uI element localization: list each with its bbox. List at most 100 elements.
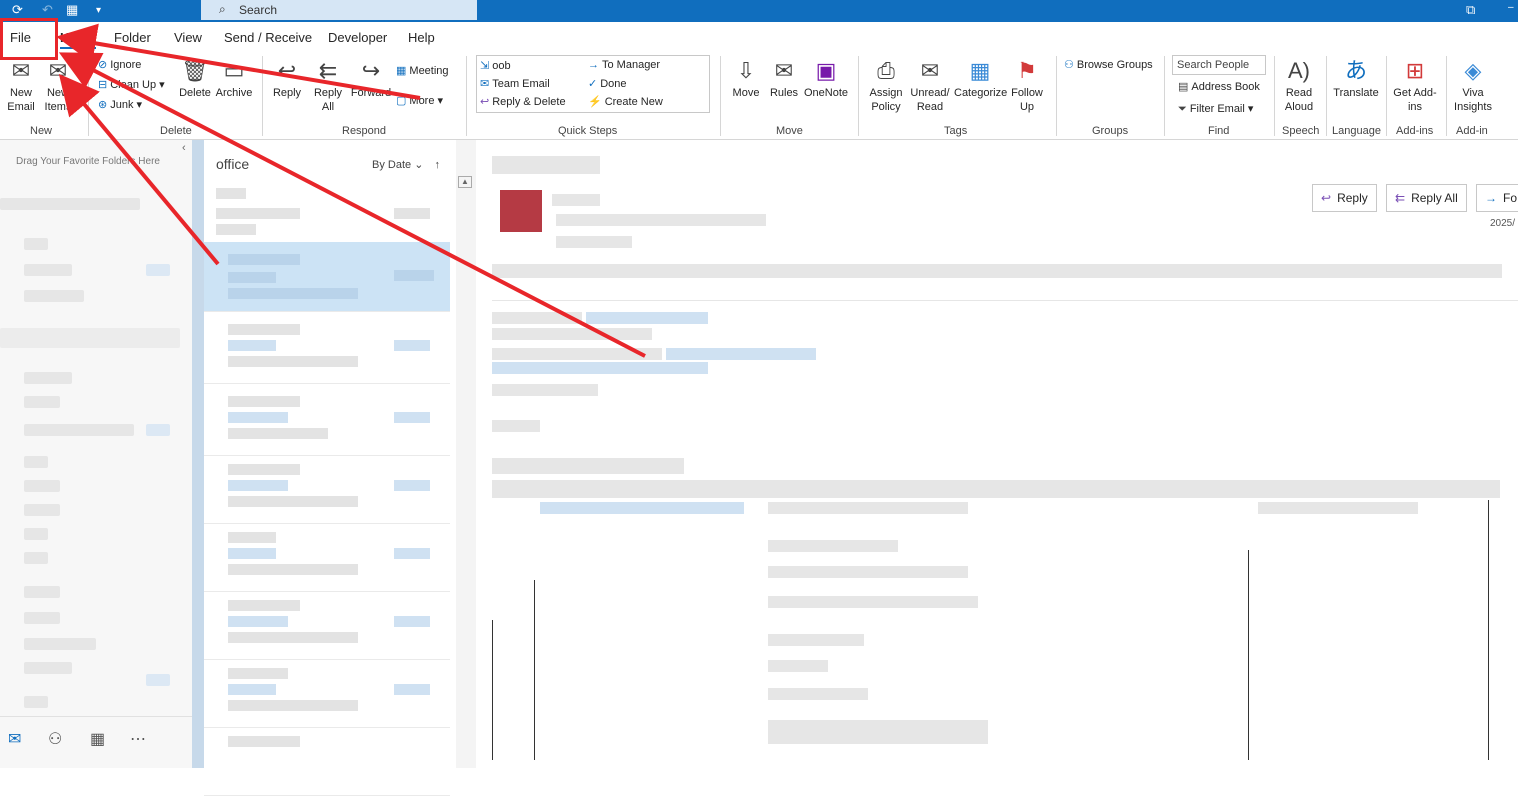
archive-icon: ▭ <box>223 58 245 83</box>
folder-item[interactable] <box>0 198 140 210</box>
sort-direction-icon[interactable]: ↑ <box>434 159 440 171</box>
onenote-button[interactable]: ▣ OneNote <box>804 58 848 100</box>
move-button[interactable]: ⇩ Move <box>728 58 764 100</box>
table-border <box>1488 500 1489 760</box>
ignore-button[interactable]: ⊘ Ignore <box>98 58 141 71</box>
message-subject <box>228 412 288 423</box>
quick-step-create-new[interactable]: ⚡ Create New <box>588 95 663 108</box>
body-link[interactable] <box>586 312 708 324</box>
quick-step-team-email[interactable]: ✉ Team Email <box>480 77 550 90</box>
reply-all-button[interactable]: ⇇ Reply All <box>310 58 346 114</box>
quick-access-icon[interactable]: ▦ <box>66 2 78 18</box>
rules-button[interactable]: ✉ Rules <box>766 58 802 100</box>
folder-item[interactable] <box>24 290 84 302</box>
customize-quick-access-icon[interactable]: ▾ <box>96 5 101 16</box>
folder-item[interactable] <box>24 638 96 650</box>
folder-item[interactable] <box>24 264 72 276</box>
tab-home[interactable]: Home <box>60 30 97 49</box>
read-aloud-button[interactable]: A) Read Aloud <box>1280 58 1318 114</box>
tab-developer[interactable]: Developer <box>328 30 387 45</box>
meeting-button[interactable]: ▦ Meeting <box>396 64 449 77</box>
sync-icon[interactable]: ⟳ <box>12 2 23 18</box>
list-item[interactable] <box>204 526 450 592</box>
folder-item[interactable] <box>24 612 60 624</box>
list-item[interactable] <box>204 662 450 728</box>
folder-item[interactable] <box>24 372 72 384</box>
follow-up-button[interactable]: ⚑ Follow Up <box>1008 58 1046 114</box>
folder-item[interactable] <box>24 504 60 516</box>
unread-read-button[interactable]: ✉ Unread/ Read <box>908 58 952 114</box>
folder-item[interactable] <box>0 328 180 348</box>
forward-button[interactable]: → Fo <box>1476 184 1518 212</box>
tab-view[interactable]: View <box>174 30 202 45</box>
reply-button[interactable]: ↩ Reply <box>1312 184 1377 212</box>
address-book-icon: ▤ <box>1178 81 1189 93</box>
group-label-delete: Delete <box>160 125 192 137</box>
folder-item[interactable] <box>24 586 60 598</box>
minimize-icon[interactable]: – <box>1508 2 1514 13</box>
quick-step-label: Create New <box>604 96 663 108</box>
new-email-button[interactable]: ✉ New Email <box>4 58 38 114</box>
categorize-button[interactable]: ▦ Categorize <box>954 58 1007 100</box>
viva-insights-button[interactable]: ◈ Viva Insights <box>1452 58 1494 114</box>
assign-policy-button[interactable]: ⎙ Assign Policy <box>866 58 906 114</box>
translate-button[interactable]: あ Translate <box>1332 58 1380 100</box>
assign-policy-label: Assign Policy <box>869 87 903 113</box>
folder-item[interactable] <box>24 552 48 564</box>
calendar-icon[interactable]: ▦ <box>90 729 105 749</box>
folder-item[interactable] <box>24 456 48 468</box>
folder-item[interactable] <box>24 480 60 492</box>
restore-window-icon[interactable]: ⧉ <box>1466 2 1475 18</box>
reply-button[interactable]: ↩ Reply <box>270 58 304 100</box>
list-item[interactable] <box>204 180 450 246</box>
search-input[interactable]: ⌕ Search <box>201 0 477 20</box>
quick-step-reply-delete[interactable]: ↩ Reply & Delete <box>480 95 566 108</box>
mail-icon[interactable]: ✉ <box>8 729 21 749</box>
reply-all-button[interactable]: ⇇ Reply All <box>1386 184 1467 212</box>
more-apps-icon[interactable]: ⋯ <box>130 729 146 749</box>
quick-step-to-manager[interactable]: → To Manager <box>588 59 660 71</box>
junk-button[interactable]: ⊛ Junk ▾ <box>98 98 142 111</box>
body-link[interactable] <box>492 362 708 374</box>
search-people-input[interactable]: Search People <box>1172 55 1266 75</box>
folder-item[interactable] <box>24 238 48 250</box>
sort-by-date[interactable]: By Date ⌄ ↑ <box>372 158 440 171</box>
folder-item[interactable] <box>24 528 48 540</box>
list-item[interactable] <box>204 242 450 312</box>
archive-button[interactable]: ▭ Archive <box>214 58 254 100</box>
quick-step-done[interactable]: ✓ Done <box>588 77 627 90</box>
quick-step-oob[interactable]: ⇲ oob <box>480 59 511 72</box>
get-addins-button[interactable]: ⊞ Get Add-ins <box>1392 58 1438 114</box>
delete-button[interactable]: 🗑 Delete <box>178 58 212 100</box>
list-item[interactable] <box>204 318 450 384</box>
tab-help[interactable]: Help <box>408 30 435 45</box>
forward-button[interactable]: ↪ Forward <box>350 58 392 100</box>
new-items-button[interactable]: ✉ New Items <box>40 58 76 114</box>
collapse-pane-icon[interactable]: ‹ <box>182 142 186 154</box>
people-icon[interactable]: ⚇ <box>48 729 62 749</box>
scroll-up-icon[interactable]: ▲ <box>458 176 472 188</box>
filter-email-button[interactable]: ⏷ Filter Email ▾ <box>1178 102 1253 116</box>
address-book-button[interactable]: ▤ Address Book <box>1178 80 1260 93</box>
body-line <box>492 384 598 396</box>
folder-item[interactable] <box>24 662 72 674</box>
addins-icon: ⊞ <box>1405 58 1425 83</box>
folder-item[interactable] <box>24 424 134 436</box>
body-link[interactable] <box>666 348 816 360</box>
list-item[interactable] <box>204 458 450 524</box>
clean-up-button[interactable]: ⊟ Clean Up ▾ <box>98 78 165 91</box>
list-item[interactable] <box>204 390 450 456</box>
folder-item[interactable] <box>24 696 48 708</box>
table-cell <box>768 540 898 552</box>
tab-folder[interactable]: Folder <box>114 30 151 45</box>
folder-item[interactable] <box>24 396 60 408</box>
pane-splitter[interactable] <box>192 140 204 768</box>
tab-send-receive[interactable]: Send / Receive <box>224 30 312 45</box>
message-list-scrollbar[interactable]: ▲ <box>456 140 476 768</box>
browse-groups-button[interactable]: ⚇ Browse Groups <box>1064 58 1153 71</box>
list-item[interactable] <box>204 730 450 796</box>
list-item[interactable] <box>204 594 450 660</box>
translate-icon: あ <box>1344 58 1367 83</box>
more-button[interactable]: ▢ More ▾ <box>396 94 443 107</box>
undo-icon[interactable]: ↶ <box>42 2 53 18</box>
